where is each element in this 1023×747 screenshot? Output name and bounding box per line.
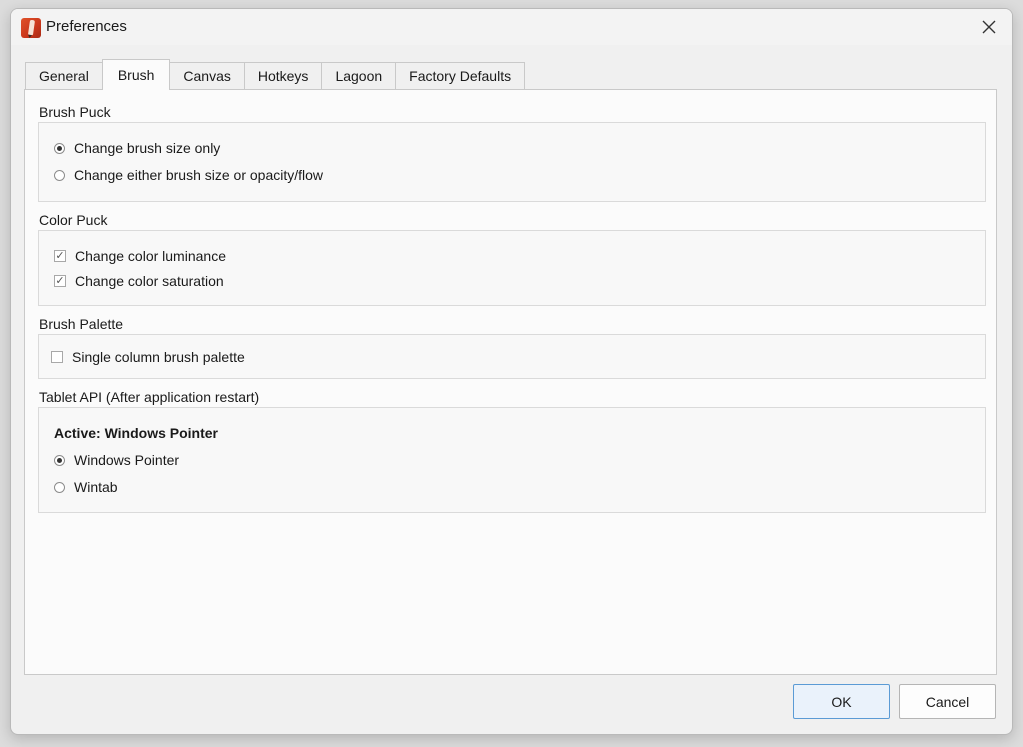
color-puck-label: Color Puck	[39, 212, 108, 228]
close-icon	[982, 20, 996, 34]
close-button[interactable]	[972, 13, 1006, 41]
tab-general[interactable]: General	[25, 62, 103, 89]
radio-label: Windows Pointer	[74, 452, 180, 468]
tablet-api-label: Tablet API (After application restart)	[39, 389, 260, 405]
radio-windows-pointer[interactable]: Windows Pointer	[54, 452, 179, 468]
radio-brush-size-only[interactable]: Change brush size only	[54, 140, 220, 156]
app-icon	[21, 18, 41, 38]
cancel-button[interactable]: Cancel	[899, 684, 996, 719]
color-puck-group: ✓ Change color luminance ✓ Change color …	[38, 230, 986, 306]
checkbox-unchecked[interactable]	[51, 351, 63, 363]
tab-brush[interactable]: Brush	[101, 59, 171, 90]
brush-palette-label: Brush Palette	[39, 316, 124, 332]
brush-puck-group: Change brush size only Change either bru…	[38, 122, 986, 202]
checkbox-label: Change color saturation	[75, 273, 224, 289]
tab-hotkeys[interactable]: Hotkeys	[243, 62, 323, 89]
check-icon: ✓	[55, 249, 65, 262]
radio-button-checked[interactable]	[54, 142, 65, 154]
ok-button[interactable]: OK	[793, 684, 890, 719]
checkbox-label: Change color luminance	[75, 248, 226, 264]
window-title: Preferences	[46, 18, 127, 35]
tab-bar: General Brush Canvas Hotkeys Lagoon Fact…	[25, 59, 526, 90]
active-api-text: Active: Windows Pointer	[54, 425, 219, 441]
radio-brush-size-or-opacity[interactable]: Change either brush size or opacity/flow	[54, 167, 323, 183]
tab-factory-defaults[interactable]: Factory Defaults	[395, 62, 526, 89]
brush-palette-group: Single column brush palette	[38, 334, 986, 379]
radio-label: Change either brush size or opacity/flow	[74, 167, 324, 183]
radio-label: Wintab	[74, 479, 118, 495]
tab-canvas[interactable]: Canvas	[169, 62, 245, 89]
radio-button[interactable]	[54, 481, 65, 493]
checkbox-checked[interactable]: ✓	[54, 250, 66, 262]
preferences-dialog: Preferences General Brush Canvas Hotkeys…	[10, 8, 1013, 735]
checkbox-color-luminance[interactable]: ✓ Change color luminance	[54, 248, 226, 264]
tablet-api-group: Active: Windows Pointer Windows Pointer …	[38, 407, 986, 513]
checkbox-single-column-palette[interactable]: Single column brush palette	[51, 349, 245, 365]
checkbox-label: Single column brush palette	[72, 349, 245, 365]
tab-lagoon[interactable]: Lagoon	[321, 62, 397, 89]
checkbox-checked[interactable]: ✓	[54, 275, 66, 287]
checkbox-color-saturation[interactable]: ✓ Change color saturation	[54, 273, 224, 289]
brush-tab-panel: Brush Puck Change brush size only Change…	[24, 89, 997, 675]
radio-button-checked[interactable]	[54, 454, 65, 466]
title-bar[interactable]: Preferences	[11, 9, 1012, 45]
radio-label: Change brush size only	[74, 140, 221, 156]
radio-wintab[interactable]: Wintab	[54, 479, 118, 495]
brush-puck-label: Brush Puck	[39, 104, 111, 120]
check-icon: ✓	[55, 274, 65, 287]
radio-button[interactable]	[54, 169, 65, 181]
